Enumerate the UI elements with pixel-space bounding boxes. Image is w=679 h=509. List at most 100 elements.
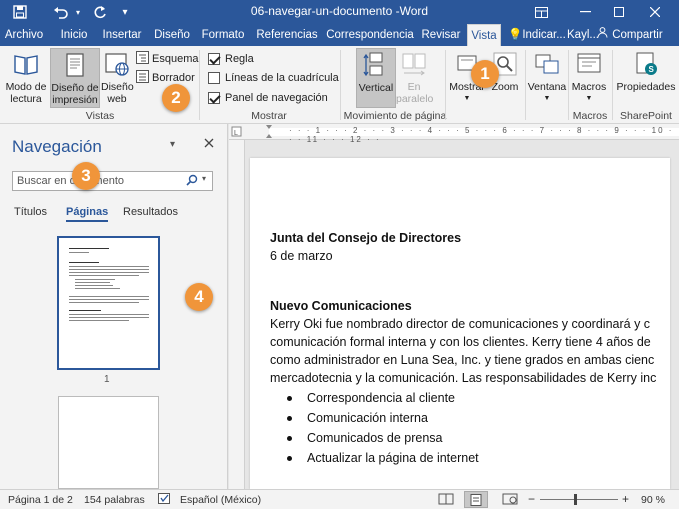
properties-button[interactable]: S Propiedades	[614, 48, 678, 108]
search-dropdown-icon[interactable]: ▾	[202, 174, 206, 183]
callout-badge-3: 3	[72, 162, 100, 190]
macros-dropdown-icon: ▼	[585, 95, 593, 102]
vertical-ruler[interactable]	[229, 140, 245, 489]
doc-paragraph-line: Kerry Oki fue nombrado director de comun…	[270, 317, 651, 331]
nav-tab-titulos[interactable]: Títulos	[14, 206, 47, 218]
doc-bullet-item: Comunicados de prensa	[287, 429, 670, 447]
show-dropdown-icon: ▼	[463, 95, 471, 102]
sharepoint-properties-icon: S	[636, 52, 657, 75]
tab-formato[interactable]: Formato	[200, 24, 246, 46]
svg-text:L: L	[234, 130, 238, 137]
ruler-ticks: · · · 1 · · · 2 · · · 3 · · · 4 · · · 5 …	[289, 126, 674, 144]
tab-inicio[interactable]: Inicio	[56, 24, 92, 46]
group-label-mostrar: Mostrar	[251, 110, 287, 122]
web-layout-icon	[105, 53, 129, 76]
doc-heading-1: Junta del Consejo de Directores	[270, 231, 462, 245]
zoom-slider[interactable]	[540, 499, 618, 500]
document-page[interactable]: Junta del Consejo de Directores 6 de mar…	[250, 158, 670, 489]
doc-bullet-list: Correspondencia al cliente Comunicación …	[287, 389, 670, 467]
window-icon	[535, 54, 559, 74]
page-thumbnail-1[interactable]	[57, 236, 160, 370]
doc-bullet-item: Comunicación interna	[287, 409, 670, 427]
ribbon-vista: Modo de lectura Diseño de impresión Dise…	[0, 46, 679, 124]
web-layout-button[interactable]: Diseño web	[101, 48, 134, 108]
horizontal-ruler[interactable]: L · · · 1 · · · 2 · · · 3 · · · 4 · · · …	[229, 124, 679, 144]
ruler-checkbox[interactable]: Regla	[208, 50, 254, 67]
tab-archivo[interactable]: Archivo	[2, 24, 46, 46]
doc-paragraph-line: como administrador en Luna Sea, Inc. y t…	[270, 353, 655, 367]
doc-date: 6 de marzo	[270, 249, 333, 263]
group-separator	[525, 50, 526, 120]
side-by-side-icon	[402, 53, 426, 76]
title-bar: ▾ ▾ 06-navegar-un-documento -Word	[0, 0, 679, 24]
window-button[interactable]: Ventana ▼	[527, 48, 567, 108]
doc-paragraph-line: mercadotecnia y la comunicación. Las res…	[270, 371, 657, 385]
print-layout-button[interactable]: Diseño de impresión	[50, 48, 100, 108]
share-button[interactable]: Compartir	[597, 24, 663, 46]
document-area: L · · · 1 · · · 2 · · · 3 · · · 4 · · · …	[229, 124, 679, 489]
print-layout-view-icon[interactable]	[464, 491, 488, 508]
vertical-pages-icon	[363, 52, 383, 77]
document-body[interactable]: Junta del Consejo de Directores 6 de mar…	[270, 229, 670, 467]
group-label-sharepoint: SharePoint	[620, 110, 672, 122]
nav-options-icon[interactable]: ▾	[170, 139, 175, 150]
proofing-icon[interactable]	[158, 493, 172, 508]
read-mode-icon	[14, 55, 38, 75]
doc-heading-2: Nuevo Comunicaciones	[270, 299, 412, 313]
status-language[interactable]: Español (México)	[180, 494, 261, 506]
user-account[interactable]: Kayl...	[567, 24, 599, 46]
page-thumbnail-2[interactable]	[58, 396, 159, 489]
group-label-macros: Macros	[572, 110, 608, 122]
tell-me-search[interactable]: 💡Indicar...	[508, 24, 566, 46]
person-icon	[597, 24, 609, 46]
nav-close-icon[interactable]	[204, 137, 214, 151]
status-page[interactable]: Página 1 de 2	[8, 494, 73, 506]
zoom-out-icon[interactable]: −	[528, 492, 535, 506]
status-bar: Página 1 de 2 154 palabras Español (Méxi…	[0, 489, 679, 509]
ribbon-display-icon[interactable]	[526, 3, 556, 21]
zoom-slider-thumb[interactable]	[574, 494, 577, 505]
callout-badge-2: 2	[162, 84, 190, 112]
status-words[interactable]: 154 palabras	[84, 494, 145, 506]
read-mode-button[interactable]: Modo de lectura	[3, 48, 49, 108]
draft-button[interactable]: Borrador	[136, 69, 195, 86]
close-icon[interactable]	[640, 3, 670, 21]
macros-button[interactable]: Macros ▼	[570, 48, 608, 108]
callout-badge-4: 4	[185, 283, 213, 311]
tab-revisar[interactable]: Revisar	[420, 24, 462, 46]
nav-tab-paginas[interactable]: Páginas	[66, 206, 109, 222]
doc-paragraph-line: comunicación formal interna y con los cl…	[270, 335, 651, 349]
callout-badge-1: 1	[471, 60, 499, 88]
gridlines-checkbox[interactable]: Líneas de la cuadrícula	[208, 69, 339, 86]
maximize-icon[interactable]	[604, 3, 634, 21]
doc-bullet-item: Actualizar la página de internet	[287, 449, 670, 467]
window-dropdown-icon: ▼	[543, 95, 551, 102]
nav-title: Navegación	[12, 137, 102, 156]
web-layout-view-icon[interactable]	[502, 493, 518, 508]
side-by-side-button: En paralelo	[396, 48, 433, 108]
nav-pane-check	[208, 91, 220, 104]
outline-icon	[136, 50, 152, 67]
tab-vista[interactable]: Vista	[467, 24, 501, 46]
nav-search-input[interactable]: Buscar en documento	[12, 171, 213, 191]
search-icon[interactable]	[186, 174, 198, 189]
zoom-in-icon[interactable]: +	[622, 492, 629, 506]
nav-tab-resultados[interactable]: Resultados	[123, 206, 178, 218]
outline-button[interactable]: Esquema	[136, 50, 198, 67]
tab-correspondencia[interactable]: Correspondencia	[326, 24, 414, 46]
tab-insertar[interactable]: Insertar	[100, 24, 144, 46]
status-zoom[interactable]: 90 %	[641, 494, 665, 506]
read-mode-view-icon[interactable]	[438, 493, 454, 508]
print-layout-icon	[66, 53, 84, 77]
svg-text:S: S	[649, 65, 655, 74]
group-separator	[612, 50, 613, 120]
minimize-icon[interactable]	[570, 3, 600, 21]
vertical-button[interactable]: Vertical	[356, 48, 396, 108]
tab-diseno[interactable]: Diseño	[152, 24, 192, 46]
nav-pane-checkbox[interactable]: Panel de navegación	[208, 89, 328, 106]
page-thumbnail-number: 1	[104, 374, 110, 385]
lightbulb-icon: 💡	[508, 29, 523, 41]
tab-referencias[interactable]: Referencias	[254, 24, 320, 46]
draft-icon	[136, 69, 152, 86]
gridlines-check	[208, 71, 220, 84]
